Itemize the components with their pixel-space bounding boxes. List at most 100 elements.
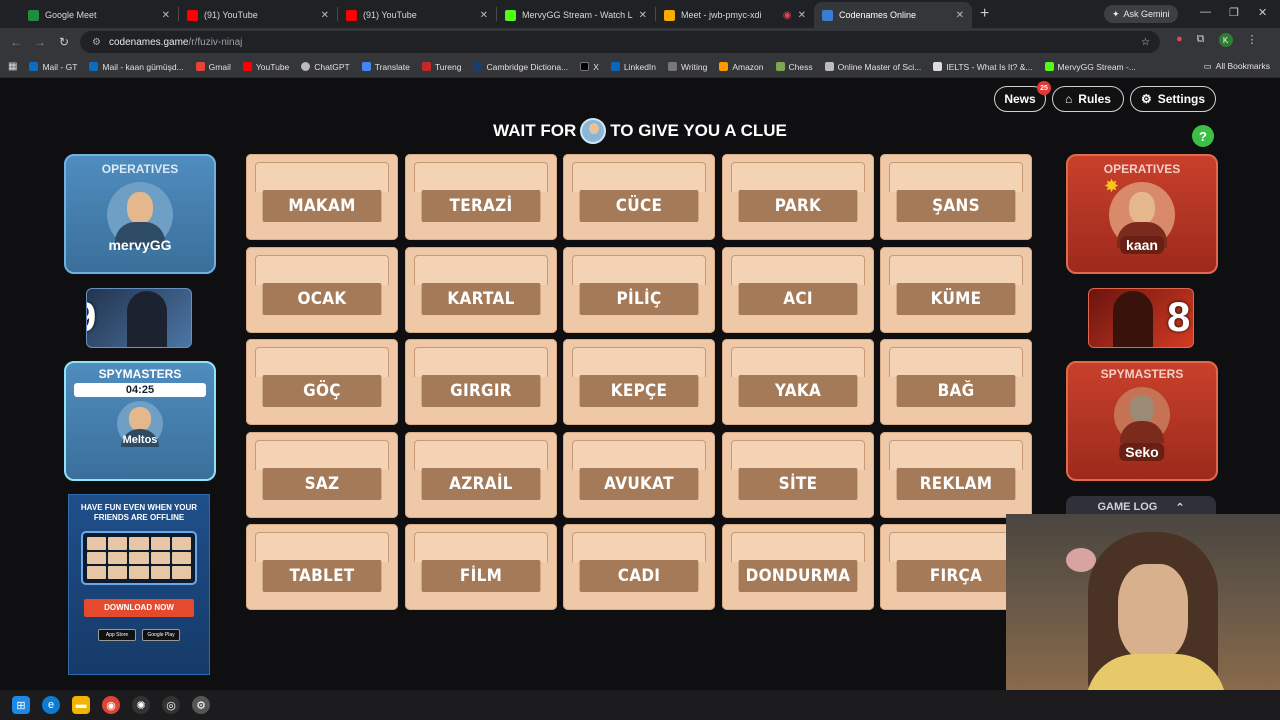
tab-google-meet[interactable]: Google Meet ✕ (20, 2, 178, 28)
word-card[interactable]: DONDURMA (721, 524, 874, 610)
bookmark-item[interactable]: Mail - kaan gümüşd... (89, 62, 184, 72)
card-word: YAKA (738, 375, 857, 407)
close-icon[interactable]: ✕ (956, 10, 964, 21)
word-card[interactable]: TERAZİ (404, 154, 557, 240)
word-card[interactable]: AZRAİL (404, 431, 557, 518)
bookmark-item[interactable]: Mail - GT (29, 62, 77, 72)
chrome-icon[interactable]: ◉ (102, 696, 120, 714)
word-card[interactable]: FİLM (404, 524, 557, 610)
word-card[interactable]: KEPÇE (563, 339, 715, 425)
reload-icon[interactable]: ↻ (52, 35, 76, 49)
card-word: BAĞ (896, 375, 1016, 407)
bookmark-item[interactable]: X (580, 62, 599, 72)
bookmark-item[interactable]: MervyGG Stream -... (1044, 62, 1136, 72)
word-card[interactable]: KÜME (880, 246, 1032, 333)
bookmark-item[interactable]: Cambridge Dictiona... (473, 62, 568, 72)
back-icon[interactable]: ← (4, 35, 28, 49)
windows-start-icon[interactable]: ⊞ (12, 696, 30, 714)
bookmark-item[interactable]: Translate (361, 62, 410, 72)
settings-label: Settings (1157, 92, 1206, 106)
card-top-panel (572, 532, 706, 562)
word-card[interactable]: REKLAM (880, 431, 1032, 518)
close-icon[interactable]: ✕ (639, 10, 647, 21)
close-icon[interactable]: ✕ (798, 10, 806, 21)
word-card[interactable]: BAĞ (880, 339, 1032, 425)
menu-kebab-icon[interactable]: ⋮ (1247, 33, 1258, 47)
word-card[interactable]: CADI (563, 524, 715, 610)
chatgpt-icon[interactable]: ✺ (132, 696, 150, 714)
card-top-panel (255, 532, 389, 562)
news-button[interactable]: News 25 (994, 81, 1051, 112)
word-card[interactable]: YAKA (721, 339, 874, 425)
bookmark-item[interactable]: Tureng (421, 62, 461, 72)
new-tab-button[interactable]: + (972, 5, 997, 23)
settings-button[interactable]: ⚙ Settings (1130, 86, 1216, 112)
bookmark-item[interactable]: Writing (668, 62, 707, 72)
word-card[interactable]: SİTE (721, 431, 874, 518)
spymaster-name[interactable]: Seko (1119, 443, 1165, 461)
minimize-icon[interactable]: — (1200, 6, 1211, 18)
word-card[interactable]: AVUKAT (563, 431, 715, 518)
operative-name[interactable]: kaan (1120, 236, 1164, 254)
bookmark-item[interactable]: Chess (775, 62, 813, 72)
store-badges: App Store Google Play (69, 629, 209, 641)
profile-avatar[interactable]: K (1218, 33, 1233, 47)
bookmark-item[interactable]: LinkedIn (610, 62, 656, 72)
ask-gemini-button[interactable]: ✦ Ask Gemini (1104, 5, 1178, 23)
bookmark-item[interactable]: Gmail (195, 62, 231, 72)
close-icon[interactable]: ✕ (162, 10, 170, 21)
news-count-badge: 25 (1037, 81, 1051, 95)
word-card[interactable]: MAKAM (246, 154, 398, 240)
card-word: FIRÇA (896, 560, 1016, 592)
bookmark-icon: ⌂ (1065, 92, 1073, 106)
word-card[interactable]: OCAK (246, 246, 398, 333)
extension-icon[interactable]: ● (1176, 33, 1183, 47)
word-card[interactable]: GIRGIR (404, 339, 557, 425)
blue-score-card: 9 (86, 288, 192, 348)
bookmark-label: X (593, 61, 599, 72)
edge-icon[interactable]: e (42, 696, 60, 714)
word-card[interactable]: CÜCE (563, 154, 715, 240)
rules-button[interactable]: ⌂ Rules (1052, 86, 1124, 112)
restore-icon[interactable]: ❐ (1229, 6, 1239, 19)
word-card[interactable]: ACI (721, 246, 874, 333)
bookmark-item[interactable]: ChatGPT (301, 62, 350, 72)
word-card[interactable]: PİLİÇ (563, 246, 715, 333)
recorder-icon[interactable]: ◎ (162, 696, 180, 714)
tab-youtube-2[interactable]: (91) YouTube ✕ (338, 2, 496, 28)
spymaster-mini-avatar (580, 118, 607, 144)
apps-grid-icon[interactable]: ▦ (8, 61, 17, 72)
bookmark-item[interactable]: Online Master of Sci... (824, 62, 921, 72)
google-play-badge[interactable]: Google Play (142, 629, 180, 641)
bookmark-item[interactable]: Amazon (719, 62, 764, 72)
tab-kick-stream[interactable]: MervyGG Stream - Watch Live ✕ (497, 2, 655, 28)
tab-meet[interactable]: Meet - jwb-pmyc-xdi ◉ ✕ (656, 2, 814, 28)
close-icon[interactable]: ✕ (480, 10, 488, 21)
word-card[interactable]: GÖÇ (246, 339, 398, 425)
all-bookmarks-button[interactable]: ▭ All Bookmarks (1204, 61, 1270, 72)
address-bar[interactable]: ⚙ codenames.game/r/fuziv-ninaj ☆ (80, 31, 1160, 53)
bookmark-item[interactable]: YouTube (242, 62, 289, 72)
tab-youtube-1[interactable]: (91) YouTube ✕ (179, 2, 337, 28)
close-icon[interactable]: ✕ (321, 10, 329, 21)
forward-icon[interactable]: → (28, 35, 52, 49)
card-top-panel (413, 254, 548, 285)
bookmark-item[interactable]: IELTS - What Is It? &... (933, 62, 1033, 72)
site-info-icon[interactable]: ⚙ (92, 37, 101, 48)
download-now-button[interactable]: DOWNLOAD NOW (84, 599, 194, 617)
spymaster-name[interactable]: Meltos (117, 433, 164, 447)
bookmark-star-icon[interactable]: ☆ (1141, 37, 1150, 48)
word-card[interactable]: PARK (721, 154, 874, 240)
word-card[interactable]: ŞANS (880, 154, 1032, 240)
settings-icon[interactable]: ⚙ (192, 696, 210, 714)
file-explorer-icon[interactable]: ▬ (72, 696, 90, 714)
card-word: CÜCE (579, 190, 699, 222)
word-card[interactable]: SAZ (246, 431, 398, 518)
word-card[interactable]: TABLET (246, 524, 398, 610)
app-store-badge[interactable]: App Store (98, 629, 136, 641)
operative-name[interactable]: mervyGG (102, 236, 177, 254)
tab-codenames[interactable]: Codenames Online ✕ (814, 2, 972, 28)
close-window-icon[interactable]: ✕ (1258, 6, 1267, 19)
extensions-puzzle-icon[interactable]: ⧉ (1197, 33, 1205, 47)
word-card[interactable]: KARTAL (404, 246, 557, 333)
